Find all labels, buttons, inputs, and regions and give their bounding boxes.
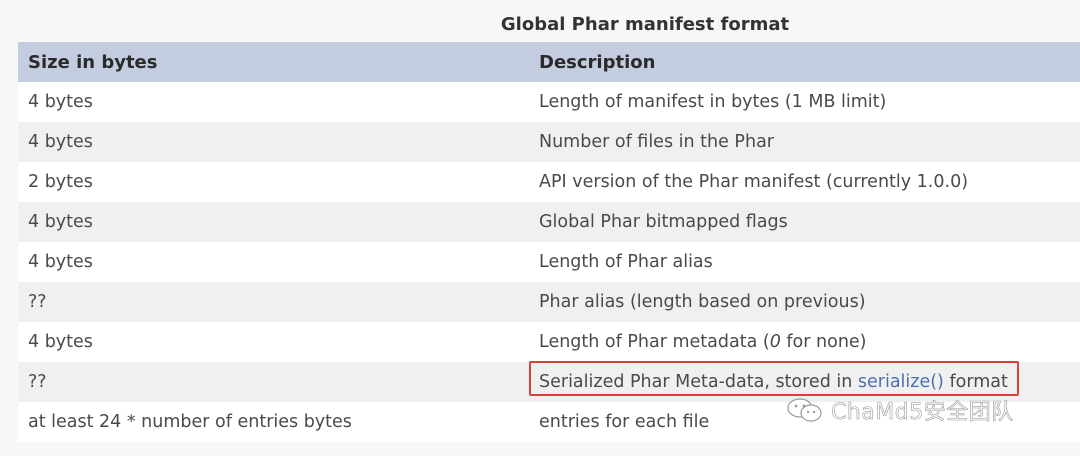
- table-row: 4 bytes Global Phar bitmapped flags: [18, 202, 1080, 242]
- table-row: 4 bytes Number of files in the Phar: [18, 122, 1080, 162]
- description-cell: API version of the Phar manifest (curren…: [539, 172, 969, 192]
- description-cell: Number of files in the Phar: [539, 132, 774, 152]
- highlight-box: [529, 361, 1019, 396]
- table-row: 4 bytes Length of Phar metadata (0 for n…: [18, 322, 1080, 362]
- description-text: for none): [780, 332, 867, 352]
- size-cell: 4 bytes: [28, 332, 93, 352]
- table-row: 4 bytes Length of Phar alias: [18, 242, 1080, 282]
- description-cell: Global Phar bitmapped flags: [539, 212, 788, 232]
- description-cell: Serialized Phar Meta-data, stored in ser…: [529, 361, 1019, 396]
- table-row: 2 bytes API version of the Phar manifest…: [18, 162, 1080, 202]
- size-cell: 4 bytes: [28, 252, 93, 272]
- size-cell: at least 24 * number of entries bytes: [28, 412, 352, 432]
- column-header-size: Size in bytes: [28, 51, 158, 73]
- description-cell: Length of Phar metadata (0 for none): [539, 332, 867, 352]
- wechat-icon: [787, 398, 822, 422]
- size-cell: 4 bytes: [28, 212, 93, 232]
- size-cell: ??: [28, 292, 47, 312]
- size-cell: 2 bytes: [28, 172, 93, 192]
- description-cell: Length of manifest in bytes (1 MB limit): [539, 92, 887, 112]
- manifest-table: Size in bytes Description 4 bytes Length…: [18, 42, 1080, 442]
- size-cell: 4 bytes: [28, 92, 93, 112]
- description-emphasis: 0: [769, 332, 781, 352]
- size-cell: 4 bytes: [28, 132, 93, 152]
- table-row: 4 bytes Length of manifest in bytes (1 M…: [18, 82, 1080, 122]
- description-cell: Phar alias (length based on previous): [539, 292, 866, 312]
- description-text: Length of Phar metadata (: [539, 332, 770, 352]
- description-cell: Length of Phar alias: [539, 252, 713, 272]
- description-cell: entries for each file: [539, 412, 710, 432]
- watermark: ChaMd5安全团队: [785, 394, 1014, 426]
- size-cell: ??: [28, 372, 47, 392]
- table-row: ?? Phar alias (length based on previous): [18, 282, 1080, 322]
- watermark-text: ChaMd5安全团队: [831, 400, 1014, 426]
- table-caption: Global Phar manifest format: [500, 14, 790, 35]
- table-header-row: Size in bytes Description: [18, 42, 1080, 82]
- column-header-description: Description: [539, 51, 656, 73]
